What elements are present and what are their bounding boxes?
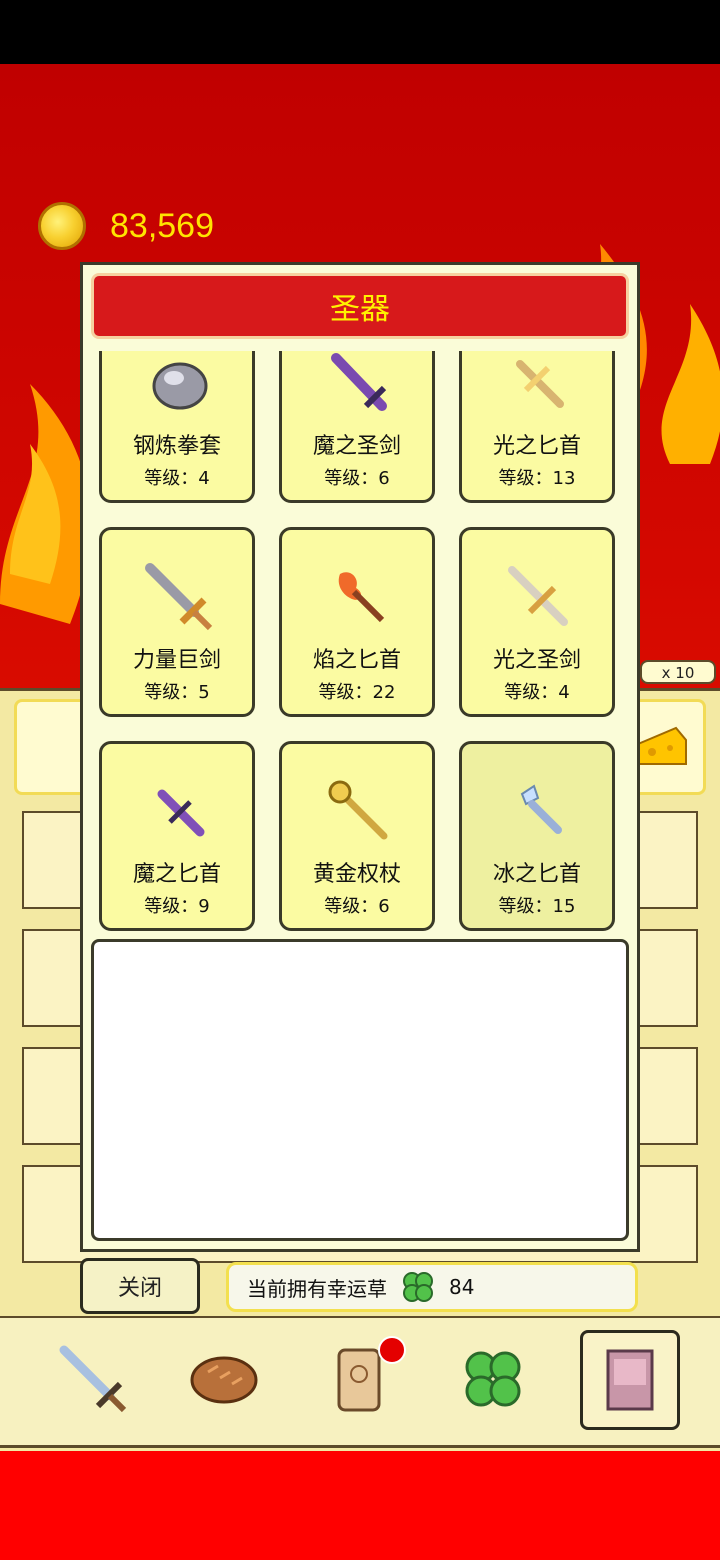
book-icon xyxy=(606,1349,654,1411)
artifact-card[interactable]: 魔之圣剑 等级：6 xyxy=(279,351,435,503)
nav-quests[interactable] xyxy=(310,1330,410,1430)
nav-food[interactable] xyxy=(174,1330,274,1430)
artifact-name: 光之圣剑 xyxy=(492,648,581,673)
bread-icon xyxy=(190,1356,258,1404)
light-holy-sword-icon xyxy=(508,566,568,626)
modal-title: 圣器 xyxy=(330,292,390,327)
artifact-level: 等级：4 xyxy=(144,468,210,489)
artifact-card[interactable]: 冰之匕首 等级：15 xyxy=(459,741,615,931)
artifact-level: 等级：4 xyxy=(504,682,570,703)
ice-dagger-icon xyxy=(520,784,562,834)
artifact-name: 钢炼拳套 xyxy=(132,434,221,459)
bottom-nav xyxy=(0,1316,720,1448)
holy-artifact-modal: 圣器 钢炼拳套 等级：4 魔之圣剑 等级：6 光之匕首 等级：13 力量巨剑 等… xyxy=(80,262,640,1252)
multiplier-badge[interactable]: x 10 xyxy=(640,660,716,684)
gold-coin-icon xyxy=(38,202,86,250)
coin-amount: 83,569 xyxy=(110,206,214,245)
artifact-card[interactable]: 光之圣剑 等级：4 xyxy=(459,527,615,717)
four-leaf-clover-icon xyxy=(403,1272,433,1302)
nav-codex[interactable] xyxy=(580,1330,680,1430)
clover-count-bar: 当前拥有幸运草 84 xyxy=(226,1262,638,1312)
artifact-name: 黄金权杖 xyxy=(312,862,401,887)
artifact-card[interactable]: 魔之匕首 等级：9 xyxy=(99,741,255,931)
demon-holy-sword-icon xyxy=(331,353,387,411)
demon-dagger-icon xyxy=(157,789,205,837)
artifact-card[interactable]: 焰之匕首 等级：22 xyxy=(279,527,435,717)
artifact-card[interactable]: 光之匕首 等级：13 xyxy=(459,351,615,503)
modal-title-bar: 圣器 xyxy=(91,273,629,339)
flame-dagger-icon xyxy=(338,572,385,623)
steel-gauntlet-icon xyxy=(152,362,208,410)
sword-icon xyxy=(59,1345,127,1413)
artifact-name: 光之匕首 xyxy=(492,434,581,459)
artifact-name: 冰之匕首 xyxy=(492,862,581,887)
notification-badge xyxy=(378,1336,406,1364)
artifact-name: 魔之匕首 xyxy=(132,862,221,887)
artifact-level: 等级：15 xyxy=(498,896,576,917)
power-greatsword-icon xyxy=(145,563,213,631)
artifact-card[interactable]: 钢炼拳套 等级：4 xyxy=(99,351,255,503)
artifact-card[interactable]: 黄金权杖 等级：6 xyxy=(279,741,435,931)
light-dagger-icon xyxy=(516,360,564,408)
artifact-name: 力量巨剑 xyxy=(132,648,221,673)
close-button[interactable]: 关闭 xyxy=(80,1258,200,1314)
nav-weapons[interactable] xyxy=(44,1330,144,1430)
cheese-icon xyxy=(637,726,687,765)
artifact-card[interactable]: 力量巨剑 等级：5 xyxy=(99,527,255,717)
artifact-level: 等级：5 xyxy=(144,682,210,703)
artifact-detail-panel xyxy=(91,939,629,1241)
currency-display: 83,569 xyxy=(38,202,214,250)
clover-count: 84 xyxy=(449,1275,475,1299)
clover-icon xyxy=(465,1351,521,1407)
nav-clover[interactable] xyxy=(444,1330,544,1430)
artifact-level: 等级：9 xyxy=(144,896,210,917)
artifact-level: 等级：13 xyxy=(498,468,576,489)
artifact-level: 等级：22 xyxy=(318,682,396,703)
clover-label: 当前拥有幸运草 xyxy=(247,1276,387,1301)
artifact-name: 焰之匕首 xyxy=(312,648,401,673)
artifact-name: 魔之圣剑 xyxy=(312,434,401,459)
artifact-level: 等级：6 xyxy=(324,896,390,917)
golden-scepter-icon xyxy=(328,780,388,840)
artifact-level: 等级：6 xyxy=(324,468,390,489)
artifact-grid[interactable]: 钢炼拳套 等级：4 魔之圣剑 等级：6 光之匕首 等级：13 力量巨剑 等级：5… xyxy=(97,351,627,937)
